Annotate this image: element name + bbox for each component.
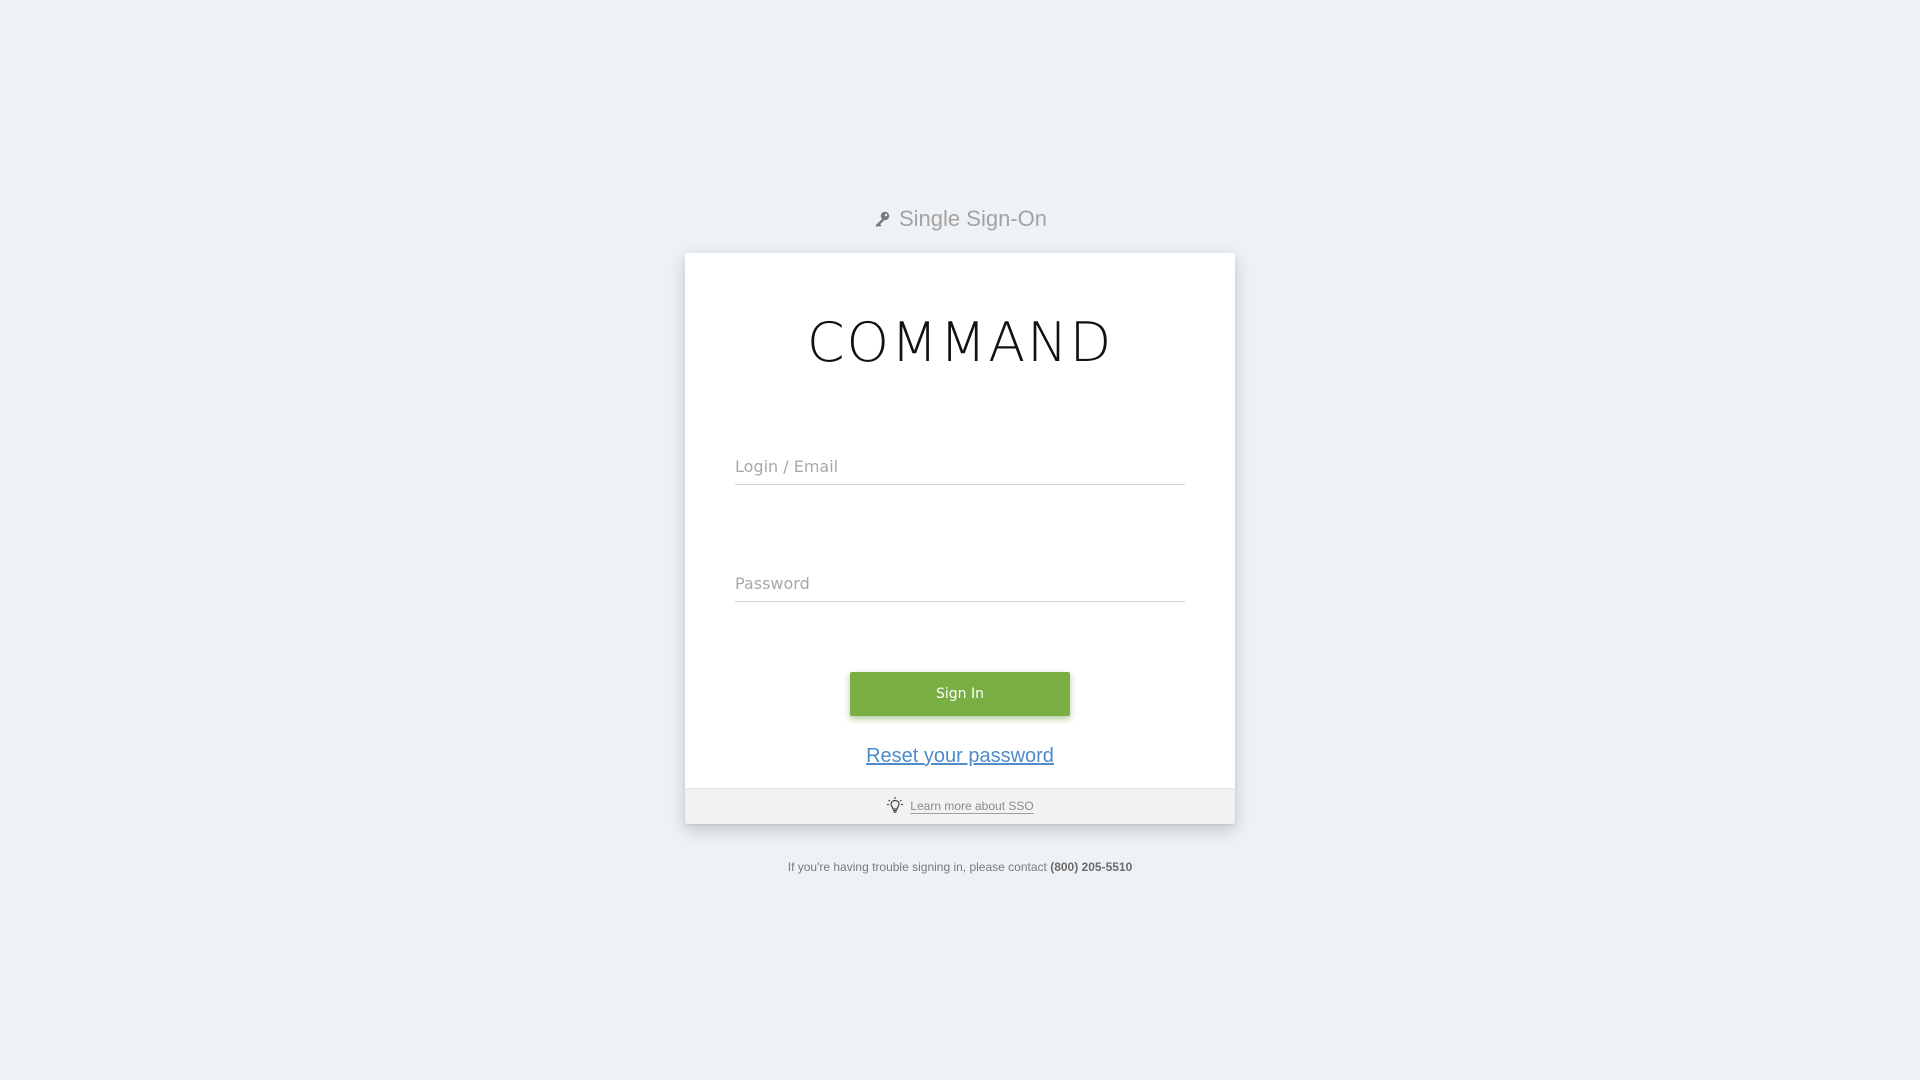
command-logo: COMMAND <box>806 311 1114 374</box>
support-phone: (800) 205-5510 <box>1050 860 1133 874</box>
support-text: If you're having trouble signing in, ple… <box>787 860 1047 874</box>
key-icon <box>873 206 891 227</box>
lightbulb-icon <box>886 793 904 813</box>
learn-more-sso-link[interactable]: Learn more about SSO <box>910 799 1034 814</box>
login-page: Single Sign-On COMMAND Sign In Reset you… <box>0 0 1920 1080</box>
sso-heading: Single Sign-On <box>0 204 1920 234</box>
sign-in-button[interactable]: Sign In <box>850 672 1070 716</box>
password-field-wrap <box>735 553 1185 602</box>
support-message: If you're having trouble signing in, ple… <box>0 860 1920 874</box>
sso-heading-text: Single Sign-On <box>899 206 1047 231</box>
login-email-field-wrap <box>735 436 1185 485</box>
login-email-input[interactable] <box>735 457 1185 476</box>
card-footer: Learn more about SSO <box>685 788 1235 824</box>
password-input[interactable] <box>735 574 1185 593</box>
login-card: COMMAND Sign In Reset your password <box>685 253 1235 824</box>
reset-password-link[interactable]: Reset your password <box>685 743 1235 769</box>
